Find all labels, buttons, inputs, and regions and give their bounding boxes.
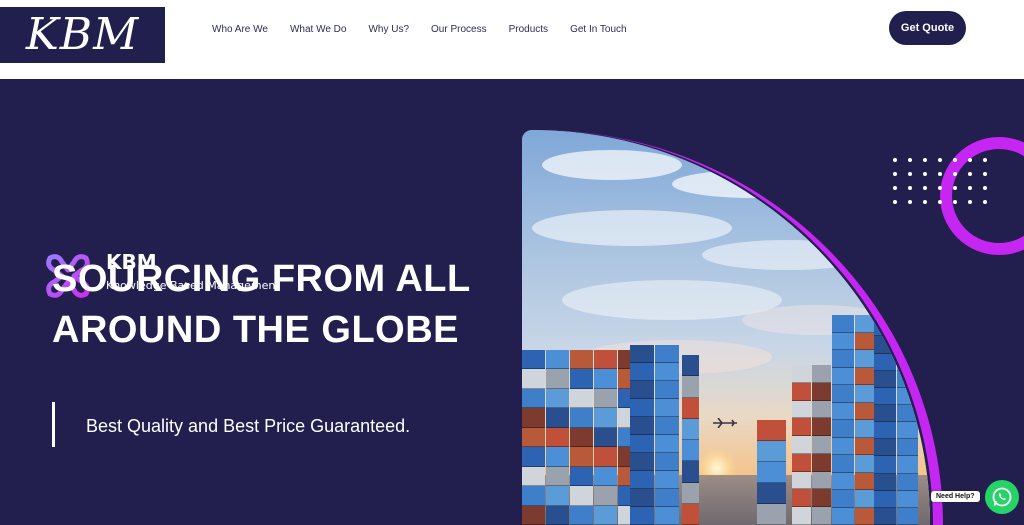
decorative-dot [953, 172, 957, 176]
headline-line-1: SOURCING FROM ALL [52, 258, 471, 300]
main-nav: Who Are We What We Do Why Us? Our Proces… [201, 21, 638, 39]
whatsapp-icon [992, 487, 1012, 507]
nav-our-process[interactable]: Our Process [420, 21, 498, 39]
decorative-dot [968, 186, 972, 190]
logo-text: KBM [25, 9, 140, 60]
headline-line-2: AROUND THE GLOBE [52, 309, 459, 351]
decorative-dot [983, 186, 987, 190]
nav-who-are-we[interactable]: Who Are We [201, 21, 279, 39]
get-quote-button[interactable]: Get Quote [889, 11, 966, 45]
hero-tagline: Best Quality and Best Price Guaranteed. [86, 416, 411, 436]
site-header: KBM Who Are We What We Do Why Us? Our Pr… [0, 0, 1024, 79]
shipping-container [896, 285, 918, 303]
decorative-dot [953, 186, 957, 190]
whatsapp-button[interactable] [985, 480, 1019, 514]
decorative-dot [953, 158, 957, 162]
shipping-container [874, 285, 896, 303]
decorative-dot [983, 172, 987, 176]
hero-section: KBM Knowledge Based Management SOURCING … [0, 79, 1024, 525]
nav-what-we-do[interactable]: What We Do [279, 21, 358, 39]
decorative-dot [983, 200, 987, 204]
hero-image-panel [522, 130, 943, 525]
need-help-label[interactable]: Need Help? [931, 491, 980, 502]
decorative-dot [968, 172, 972, 176]
nav-get-in-touch[interactable]: Get In Touch [559, 21, 638, 39]
decorative-dot [983, 158, 987, 162]
tagline-divider [52, 402, 55, 447]
decorative-dot [968, 200, 972, 204]
shipping-container [896, 319, 918, 337]
decorative-dot [968, 158, 972, 162]
nav-products[interactable]: Products [498, 21, 559, 39]
nav-why-us[interactable]: Why Us? [357, 21, 420, 39]
decorative-dot [953, 200, 957, 204]
shipping-container [896, 302, 918, 320]
site-logo[interactable]: KBM [0, 7, 165, 63]
hero-headline: SOURCING FROM ALL AROUND THE GLOBE [52, 254, 492, 356]
